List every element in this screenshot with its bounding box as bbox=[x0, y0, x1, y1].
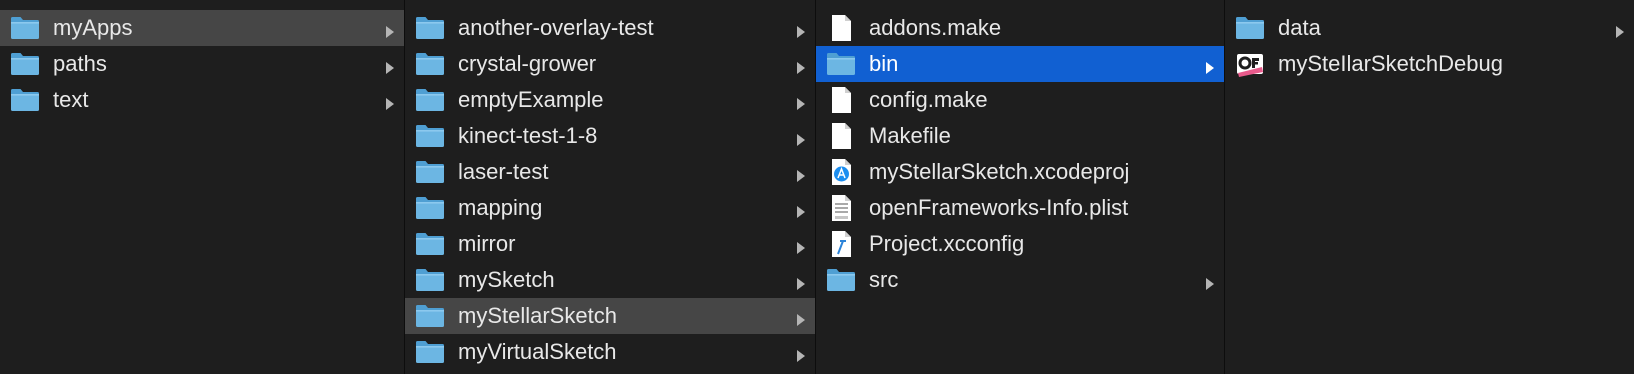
column-4-list: data mySteIlarSketchDebug bbox=[1225, 0, 1634, 82]
folder-icon bbox=[415, 194, 445, 222]
list-item-config-make[interactable]: config.make bbox=[816, 82, 1224, 118]
folder-icon bbox=[826, 50, 856, 78]
chevron-right-icon[interactable] bbox=[1614, 20, 1626, 38]
folder-icon bbox=[415, 158, 445, 186]
item-label: src bbox=[869, 267, 899, 292]
list-item-src[interactable]: src bbox=[816, 262, 1224, 298]
chevron-right-icon[interactable] bbox=[384, 20, 396, 38]
column-1-list: myApps paths text bbox=[0, 0, 404, 118]
plist-icon bbox=[826, 194, 856, 222]
item-label: kinect-test-1-8 bbox=[458, 123, 598, 148]
folder-icon bbox=[415, 86, 445, 114]
list-item-mysketch[interactable]: mySketch bbox=[405, 262, 815, 298]
column-4[interactable]: data mySteIlarSketchDebug bbox=[1225, 0, 1634, 374]
item-label: myStellarSketch.xcodeproj bbox=[869, 159, 1130, 184]
item-label: data bbox=[1278, 15, 1321, 40]
list-item-another-overlay-test[interactable]: another-overlay-test bbox=[405, 10, 815, 46]
chevron-right-icon[interactable] bbox=[795, 272, 807, 290]
item-label: config.make bbox=[869, 87, 988, 112]
column-1[interactable]: myApps paths text bbox=[0, 0, 405, 374]
item-label: paths bbox=[53, 51, 107, 76]
list-item-myvirtualsketch[interactable]: myVirtualSketch bbox=[405, 334, 815, 370]
item-label: addons.make bbox=[869, 15, 1002, 40]
list-item-bin[interactable]: bin bbox=[816, 46, 1224, 82]
list-item-laser-test[interactable]: laser-test bbox=[405, 154, 815, 190]
item-label: bin bbox=[869, 51, 899, 76]
chevron-right-icon[interactable] bbox=[795, 164, 807, 182]
xcconfig-icon bbox=[826, 230, 856, 258]
chevron-right-icon[interactable] bbox=[795, 128, 807, 146]
item-label: text bbox=[53, 87, 89, 112]
column-2[interactable]: another-overlay-test crystal-grower empt… bbox=[405, 0, 816, 374]
chevron-right-icon[interactable] bbox=[384, 56, 396, 74]
folder-icon bbox=[415, 14, 445, 42]
chevron-right-icon[interactable] bbox=[795, 56, 807, 74]
list-item-addons-make[interactable]: addons.make bbox=[816, 10, 1224, 46]
list-item-mystellarsketch-xcodeproj[interactable]: myStellarSketch.xcodeproj bbox=[816, 154, 1224, 190]
xcodeproj-icon bbox=[826, 158, 856, 186]
document-icon bbox=[826, 14, 856, 42]
column-3-list: addons.make bin config.make Makefile myS… bbox=[816, 0, 1224, 298]
list-item-emptyexample[interactable]: emptyExample bbox=[405, 82, 815, 118]
folder-icon bbox=[1235, 14, 1265, 42]
chevron-right-icon[interactable] bbox=[795, 200, 807, 218]
folder-icon bbox=[415, 50, 445, 78]
folder-icon bbox=[415, 302, 445, 330]
of-app-icon bbox=[1235, 50, 1265, 78]
item-label: mySteIlarSketchDebug bbox=[1278, 51, 1503, 76]
list-item-mystellarsketch[interactable]: myStellarSketch bbox=[405, 298, 815, 334]
column-3[interactable]: addons.make bin config.make Makefile myS… bbox=[816, 0, 1225, 374]
list-item-data[interactable]: data bbox=[1225, 10, 1634, 46]
chevron-right-icon[interactable] bbox=[795, 92, 807, 110]
item-label: Makefile bbox=[869, 123, 951, 148]
chevron-right-icon[interactable] bbox=[1204, 272, 1216, 290]
item-label: mirror bbox=[458, 231, 516, 256]
item-label: another-overlay-test bbox=[458, 15, 654, 40]
document-icon bbox=[826, 122, 856, 150]
folder-icon bbox=[10, 14, 40, 42]
list-item-kinect-test-1-8[interactable]: kinect-test-1-8 bbox=[405, 118, 815, 154]
item-label: myVirtualSketch bbox=[458, 339, 617, 364]
chevron-right-icon[interactable] bbox=[795, 236, 807, 254]
list-item-mapping[interactable]: mapping bbox=[405, 190, 815, 226]
folder-icon bbox=[415, 122, 445, 150]
folder-icon bbox=[10, 50, 40, 78]
item-label: Project.xcconfig bbox=[869, 231, 1025, 256]
list-item-myapps[interactable]: myApps bbox=[0, 10, 404, 46]
list-item-text[interactable]: text bbox=[0, 82, 404, 118]
item-label: openFrameworks-Info.plist bbox=[869, 195, 1129, 220]
item-label: myApps bbox=[53, 15, 133, 40]
item-label: mapping bbox=[458, 195, 543, 220]
column-2-list: another-overlay-test crystal-grower empt… bbox=[405, 0, 815, 370]
item-label: mySketch bbox=[458, 267, 555, 292]
chevron-right-icon[interactable] bbox=[795, 308, 807, 326]
finder-column-browser: myApps paths text another-overlay-test c… bbox=[0, 0, 1634, 374]
list-item-makefile[interactable]: Makefile bbox=[816, 118, 1224, 154]
list-item-project-xcconfig[interactable]: Project.xcconfig bbox=[816, 226, 1224, 262]
chevron-right-icon[interactable] bbox=[384, 92, 396, 110]
list-item-crystal-grower[interactable]: crystal-grower bbox=[405, 46, 815, 82]
chevron-right-icon[interactable] bbox=[1204, 56, 1216, 74]
folder-icon bbox=[415, 338, 445, 366]
list-item-mirror[interactable]: mirror bbox=[405, 226, 815, 262]
list-item-paths[interactable]: paths bbox=[0, 46, 404, 82]
item-label: myStellarSketch bbox=[458, 303, 617, 328]
folder-icon bbox=[415, 266, 445, 294]
list-item-mysteilarsketchdebug[interactable]: mySteIlarSketchDebug bbox=[1225, 46, 1634, 82]
folder-icon bbox=[10, 86, 40, 114]
chevron-right-icon[interactable] bbox=[795, 344, 807, 362]
item-label: emptyExample bbox=[458, 87, 604, 112]
chevron-right-icon[interactable] bbox=[795, 20, 807, 38]
item-label: crystal-grower bbox=[458, 51, 597, 76]
item-label: laser-test bbox=[458, 159, 549, 184]
document-icon bbox=[826, 86, 856, 114]
folder-icon bbox=[826, 266, 856, 294]
folder-icon bbox=[415, 230, 445, 258]
list-item-openframeworks-info-plist[interactable]: openFrameworks-Info.plist bbox=[816, 190, 1224, 226]
